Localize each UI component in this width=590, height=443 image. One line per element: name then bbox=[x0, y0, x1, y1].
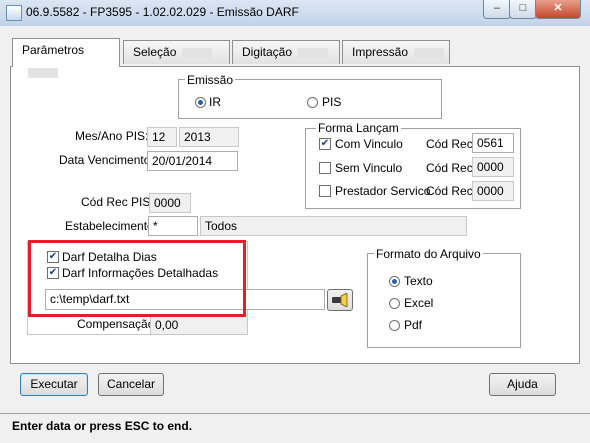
compensacao-label: Compensação: bbox=[77, 317, 158, 331]
radio-ir-label: IR bbox=[209, 95, 221, 109]
tab-label: Parâmetros bbox=[22, 43, 85, 57]
prestador-servico-cod-rec-field: 0000 bbox=[472, 181, 514, 201]
estabelecimento-label: Estabelecimento: bbox=[65, 219, 158, 233]
mes-pis-field: 12 bbox=[147, 127, 177, 147]
radio-ir[interactable] bbox=[195, 97, 206, 108]
sem-vinculo-checkbox[interactable] bbox=[319, 162, 331, 174]
compensacao-field: 0,00 bbox=[150, 315, 248, 335]
cod-rec-pis-field: 0000 bbox=[149, 193, 191, 213]
radio-pdf[interactable] bbox=[389, 320, 400, 331]
radio-pdf-label: Pdf bbox=[404, 318, 423, 332]
radio-excel-label: Excel bbox=[404, 296, 434, 310]
tab-parametros[interactable]: Parâmetros bbox=[12, 38, 120, 78]
radio-pis[interactable] bbox=[307, 97, 318, 108]
tab-label: Digitação bbox=[242, 45, 293, 59]
executar-button[interactable]: Executar bbox=[20, 373, 88, 396]
tab-label: Impressão bbox=[352, 45, 409, 59]
status-text: Enter data or press ESC to end. bbox=[12, 419, 193, 433]
app-icon bbox=[6, 5, 22, 21]
minimize-button[interactable]: – bbox=[483, 0, 511, 19]
ajuda-button[interactable]: Ajuda bbox=[489, 373, 556, 396]
estabelecimento-description: Todos bbox=[200, 216, 467, 236]
data-vencimento-field[interactable]: 20/01/2014 bbox=[147, 151, 238, 171]
com-vinculo-label: Com Vinculo bbox=[335, 137, 403, 151]
status-bar: Enter data or press ESC to end. bbox=[0, 413, 590, 443]
cancelar-button[interactable]: Cancelar bbox=[98, 373, 164, 396]
estabelecimento-code-field[interactable]: * bbox=[148, 216, 198, 236]
sem-vinculo-cod-rec-field: 0000 bbox=[472, 157, 514, 177]
emissao-legend: Emissão bbox=[185, 73, 236, 87]
cod-rec-label: Cód Rec: bbox=[426, 161, 477, 175]
tab-impressao[interactable]: Impressão bbox=[342, 40, 450, 64]
tab-digitacao[interactable]: Digitação bbox=[232, 40, 340, 64]
data-vencimento-label: Data Vencimento: bbox=[59, 153, 154, 167]
tab-label: Seleção bbox=[133, 45, 177, 59]
cod-rec-pis-label: Cód Rec PIS: bbox=[81, 195, 154, 209]
highlight-box bbox=[28, 240, 246, 317]
title-bar: 06.9.5582 - FP3595 - 1.02.02.029 - Emiss… bbox=[0, 0, 590, 27]
cod-rec-label: Cód Rec: bbox=[426, 137, 477, 151]
radio-excel[interactable] bbox=[389, 298, 400, 309]
maximize-button[interactable]: □ bbox=[509, 0, 537, 19]
prestador-servico-checkbox[interactable] bbox=[319, 185, 331, 197]
parametros-panel: Emissão IR PIS Mes/Ano PIS: 12 2013 Data… bbox=[10, 66, 580, 396]
radio-texto[interactable] bbox=[389, 276, 400, 287]
tab-selecao[interactable]: Seleção bbox=[123, 40, 230, 64]
formato-arquivo-legend: Formato do Arquivo bbox=[374, 247, 483, 261]
window-title: 06.9.5582 - FP3595 - 1.02.02.029 - Emiss… bbox=[26, 5, 299, 19]
com-vinculo-checkbox[interactable]: ✔ bbox=[319, 138, 331, 150]
radio-texto-label: Texto bbox=[404, 274, 433, 288]
forma-lancam-legend: Forma Lançam bbox=[316, 121, 401, 135]
com-vinculo-cod-rec-field[interactable]: 0561 bbox=[472, 133, 514, 153]
sem-vinculo-label: Sem Vinculo bbox=[335, 161, 403, 175]
ano-pis-field: 2013 bbox=[179, 127, 239, 147]
prestador-servico-label: Prestador Servico bbox=[335, 184, 431, 198]
radio-pis-label: PIS bbox=[322, 95, 342, 109]
browse-button[interactable] bbox=[327, 289, 353, 311]
cod-rec-label: Cód Rec: bbox=[426, 184, 477, 198]
mes-ano-pis-label: Mes/Ano PIS: bbox=[75, 129, 149, 143]
close-button[interactable]: ✕ bbox=[535, 0, 581, 19]
flashlight-icon bbox=[332, 292, 348, 308]
